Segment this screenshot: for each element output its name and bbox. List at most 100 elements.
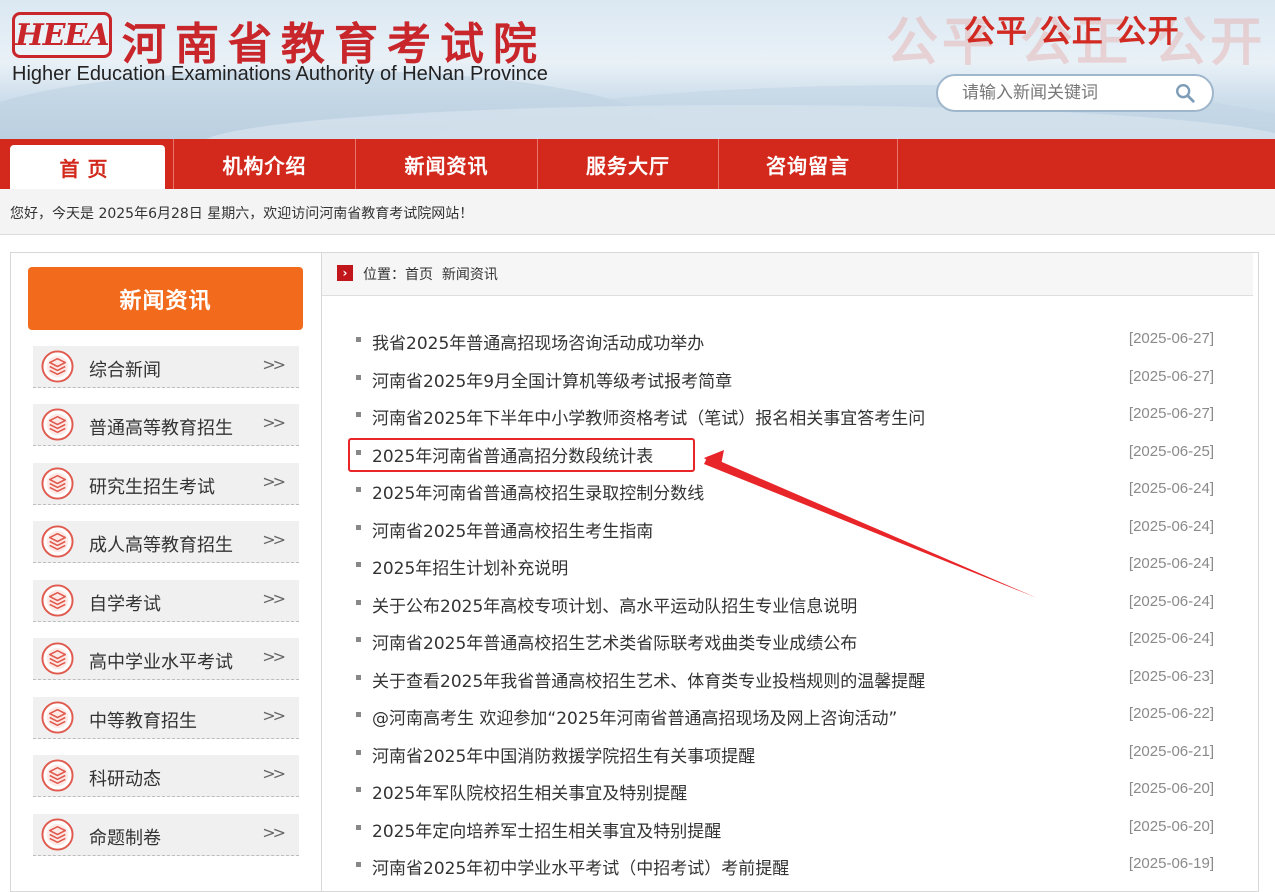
news-title-link[interactable]: 河南省2025年下半年中小学教师资格考试（笔试）报名相关事宜答考生问 [372,404,925,429]
double-chevron-right-icon: >> [262,472,286,491]
site-header: HEEA 河南省教育考试院 Higher Education Examinati… [0,0,1275,139]
bullet-icon [356,375,361,380]
double-chevron-right-icon: >> [262,413,286,432]
sidebar-item[interactable]: 成人高等教育招生 >> [33,521,299,563]
breadcrumb-home-link[interactable]: 首页 [405,267,433,283]
news-list-item[interactable]: 河南省2025年普通高校招生艺术类省际联考戏曲类专业成绩公布 [2025-06-2… [356,626,1216,656]
layers-icon [41,818,74,851]
layers-icon [41,408,74,441]
breadcrumb-prefix: 位置： [363,267,405,283]
double-chevron-right-icon: >> [262,530,286,549]
nav-item-consult[interactable]: 咨询留言 [719,139,897,189]
news-date: [2025-06-24] [1128,593,1214,610]
bullet-icon [356,712,361,717]
layers-icon [41,350,74,383]
sidebar-item[interactable]: 自学考试 >> [33,580,299,622]
news-title-link[interactable]: 我省2025年普通高招现场咨询活动成功举办 [372,329,704,354]
search-input[interactable] [960,82,1174,104]
site-logo[interactable]: HEEA [12,12,112,58]
sidebar-item-label: 科研动态 [89,769,161,790]
layers-icon [41,584,74,617]
sidebar-item[interactable]: 高中学业水平考试 >> [33,638,299,680]
news-date: [2025-06-22] [1128,705,1214,722]
news-date: [2025-06-27] [1128,405,1214,422]
news-list-item[interactable]: 河南省2025年普通高校招生考生指南 [2025-06-24] [356,514,1216,544]
news-list-item[interactable]: 2025年定向培养军士招生相关事宜及特别提醒 [2025-06-20] [356,814,1216,844]
double-chevron-right-icon: >> [262,823,286,842]
news-list-item[interactable]: 河南省2025年9月全国计算机等级考试报考简章 [2025-06-27] [356,364,1216,394]
layers-icon [41,642,74,675]
news-title-link[interactable]: 2025年河南省普通高校招生录取控制分数线 [372,479,704,504]
layers-icon [41,701,74,734]
double-chevron-right-icon: >> [262,355,286,374]
news-list-item[interactable]: 河南省2025年中国消防救援学院招生有关事项提醒 [2025-06-21] [356,739,1216,769]
sidebar-item[interactable]: 科研动态 >> [33,755,299,797]
double-chevron-right-icon: >> [262,589,286,608]
breadcrumb-text: 位置：首页 新闻资讯 [363,264,498,284]
news-list-item[interactable]: 河南省2025年初中学业水平考试（中招考试）考前提醒 [2025-06-19] [356,851,1216,881]
news-date: [2025-06-24] [1128,630,1214,647]
sidebar-item[interactable]: 普通高等教育招生 >> [33,404,299,446]
nav-item-about[interactable]: 机构介绍 [174,139,355,189]
news-date: [2025-06-24] [1128,555,1214,572]
news-date: [2025-06-24] [1128,480,1214,497]
bullet-icon [356,487,361,492]
bullet-icon [356,337,361,342]
search-box [936,74,1214,112]
nav-item-home[interactable]: 首页 [10,145,165,189]
news-date: [2025-06-20] [1128,780,1214,797]
news-title-link[interactable]: 2025年定向培养军士招生相关事宜及特别提醒 [372,817,721,842]
sidebar-item-label: 研究生招生考试 [89,477,215,498]
layers-icon [41,467,74,500]
nav-item-news[interactable]: 新闻资讯 [356,139,537,189]
double-chevron-right-icon: >> [262,706,286,725]
sidebar-item[interactable]: 命题制卷 >> [33,814,299,856]
bullet-icon [356,750,361,755]
sidebar-item-label: 命题制卷 [89,828,161,849]
bullet-icon [356,562,361,567]
bullet-icon [356,525,361,530]
news-title-link[interactable]: 河南省2025年普通高校招生艺术类省际联考戏曲类专业成绩公布 [372,629,857,654]
breadcrumb-arrow-icon: › [337,265,353,281]
news-list-item[interactable]: 2025年河南省普通高校招生录取控制分数线 [2025-06-24] [356,476,1216,506]
main-nav: 首页 机构介绍 新闻资讯 服务大厅 咨询留言 [0,139,1275,189]
news-title-link[interactable]: 河南省2025年初中学业水平考试（中招考试）考前提醒 [372,854,789,879]
double-chevron-right-icon: >> [262,764,286,783]
sidebar-item[interactable]: 综合新闻 >> [33,346,299,388]
search-icon[interactable] [1174,82,1196,104]
news-list-item[interactable]: 关于公布2025年高校专项计划、高水平运动队招生专业信息说明 [2025-06-2… [356,589,1216,619]
sidebar-item[interactable]: 中等教育招生 >> [33,697,299,739]
news-title-link[interactable]: 关于查看2025年我省普通高校招生艺术、体育类专业投档规则的温馨提醒 [372,667,925,692]
news-title-link[interactable]: 2025年军队院校招生相关事宜及特别提醒 [372,779,687,804]
news-list-item[interactable]: 河南省2025年下半年中小学教师资格考试（笔试）报名相关事宜答考生问 [2025-… [356,401,1216,431]
news-date: [2025-06-25] [1128,443,1214,460]
news-title-link[interactable]: 关于公布2025年高校专项计划、高水平运动队招生专业信息说明 [372,592,857,617]
layers-icon [41,525,74,558]
sidebar-item-label: 成人高等教育招生 [89,535,233,556]
news-list-item[interactable]: @河南高考生 欢迎参加“2025年河南省普通高招现场及网上咨询活动” [2025-… [356,701,1216,731]
news-list-item[interactable]: 2025年招生计划补充说明 [2025-06-24] [356,551,1216,581]
news-title-link[interactable]: 2025年招生计划补充说明 [372,554,568,579]
nav-item-services[interactable]: 服务大厅 [538,139,718,189]
bullet-icon [356,412,361,417]
news-date: [2025-06-19] [1128,855,1214,872]
news-title-link[interactable]: 河南省2025年普通高校招生考生指南 [372,517,653,542]
news-title-link[interactable]: 河南省2025年中国消防救援学院招生有关事项提醒 [372,742,755,767]
breadcrumb-current-link[interactable]: 新闻资讯 [442,267,498,283]
news-list-item[interactable]: 关于查看2025年我省普通高校招生艺术、体育类专业投档规则的温馨提醒 [2025-… [356,664,1216,694]
sidebar-item-label: 综合新闻 [89,360,161,381]
bullet-icon [356,600,361,605]
bullet-icon [356,450,361,455]
news-list-item[interactable]: 2025年军队院校招生相关事宜及特别提醒 [2025-06-20] [356,776,1216,806]
bullet-icon [356,787,361,792]
news-title-link[interactable]: 河南省2025年9月全国计算机等级考试报考简章 [372,367,732,392]
nav-divider [897,139,898,189]
sidebar-title: 新闻资讯 [28,267,303,330]
sidebar-item[interactable]: 研究生招生考试 >> [33,463,299,505]
breadcrumb: › 位置：首页 新闻资讯 [322,253,1253,296]
news-list-item[interactable]: 我省2025年普通高招现场咨询活动成功举办 [2025-06-27] [356,326,1216,356]
bullet-icon [356,675,361,680]
news-title-link[interactable]: @河南高考生 欢迎参加“2025年河南省普通高招现场及网上咨询活动” [372,704,897,729]
news-list-item[interactable]: 2025年河南省普通高招分数段统计表 [2025-06-25] [356,439,1216,469]
news-title-link[interactable]: 2025年河南省普通高招分数段统计表 [372,442,653,467]
